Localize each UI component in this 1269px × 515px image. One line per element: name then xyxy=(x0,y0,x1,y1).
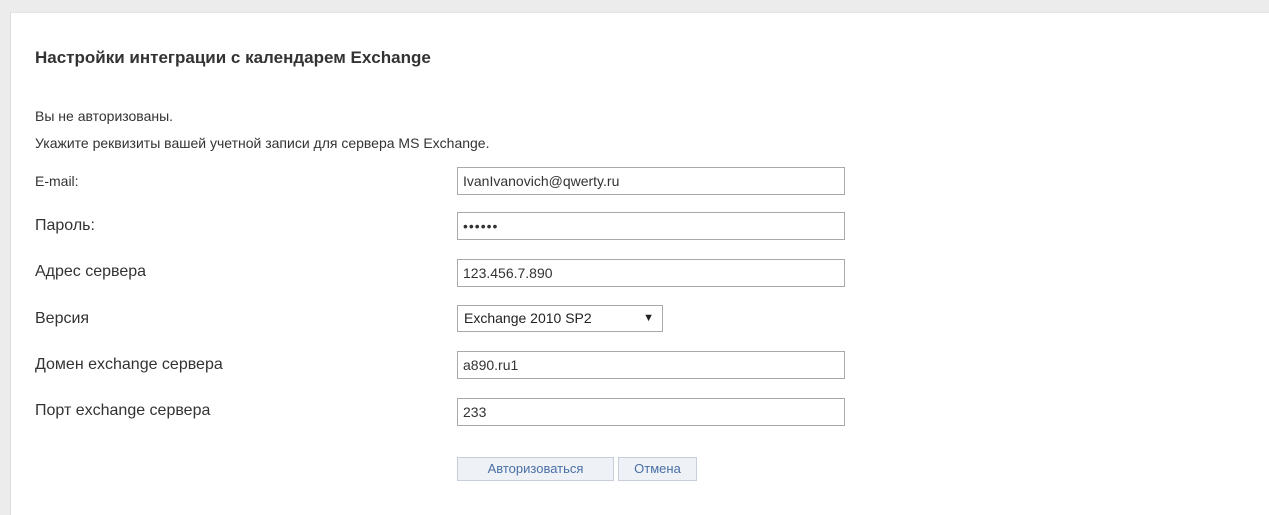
version-select[interactable]: Exchange 2010 SP2 ▼ xyxy=(457,305,663,332)
domain-label: Домен exchange сервера xyxy=(35,356,223,373)
domain-field[interactable] xyxy=(457,351,845,379)
email-label: E-mail: xyxy=(35,173,79,189)
version-label: Версия xyxy=(35,310,90,327)
cancel-button[interactable]: Отмена xyxy=(618,457,697,481)
server-address-label: Адрес сервера xyxy=(35,263,147,280)
page-title: Настройки интеграции с календарем Exchan… xyxy=(35,48,431,67)
password-label: Пароль: xyxy=(35,217,95,234)
exchange-settings-panel: Настройки интеграции с календарем Exchan… xyxy=(10,12,1269,515)
auth-instructions-text: Укажите реквизиты вашей учетной записи д… xyxy=(35,135,490,151)
port-label: Порт exchange сервера xyxy=(35,402,211,419)
port-field[interactable] xyxy=(457,398,845,426)
email-field[interactable] xyxy=(457,167,845,195)
version-selected-value: Exchange 2010 SP2 xyxy=(464,310,592,326)
auth-status-text: Вы не авторизованы. xyxy=(35,108,174,124)
chevron-down-icon: ▼ xyxy=(643,312,654,324)
server-address-field[interactable] xyxy=(457,259,845,287)
authorize-button[interactable]: Авторизоваться xyxy=(457,457,614,481)
password-field[interactable]: •••••• xyxy=(457,212,845,240)
